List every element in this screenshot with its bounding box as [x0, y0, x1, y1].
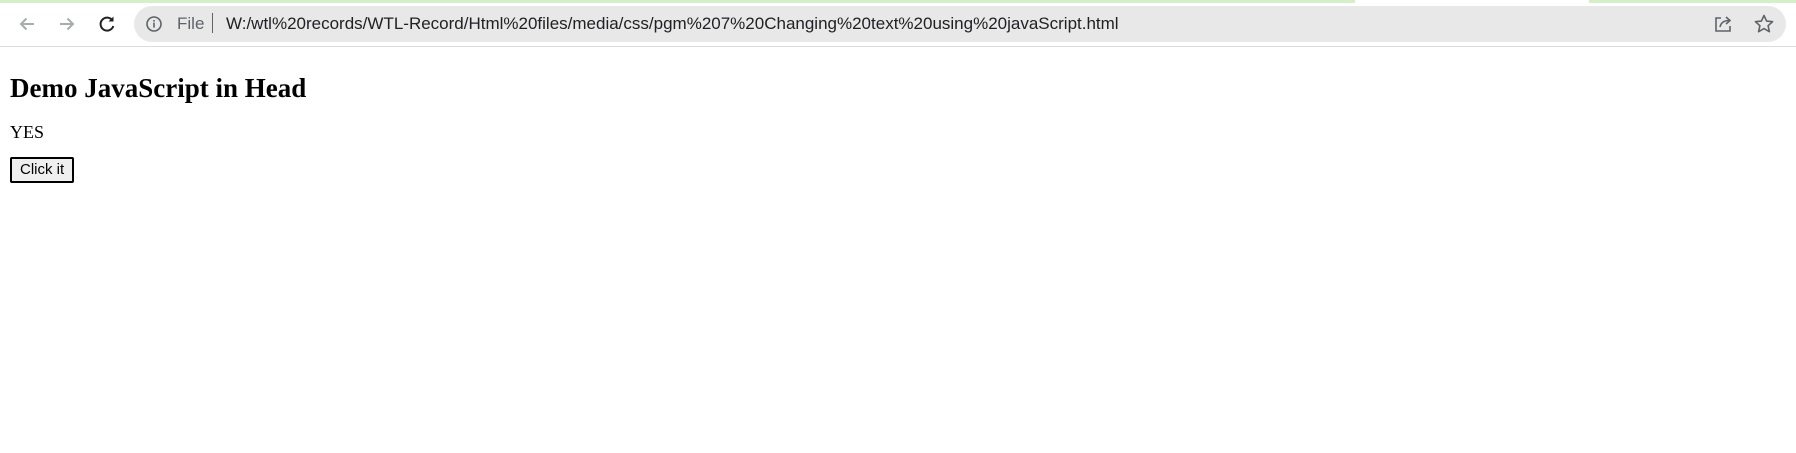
star-icon[interactable] [1753, 13, 1775, 35]
load-progress-bar [1589, 0, 1796, 3]
arrow-right-icon [60, 17, 75, 31]
url-text[interactable]: W:/wtl%20records/WTL-Record/Html%20files… [226, 15, 1119, 33]
click-it-button[interactable]: Click it [10, 157, 75, 183]
back-button[interactable] [11, 8, 43, 40]
url-scheme-label: File [177, 14, 205, 33]
reload-icon [99, 16, 115, 32]
url-divider [212, 13, 213, 33]
info-icon[interactable] [145, 15, 163, 33]
page-heading: Demo JavaScript in Head [10, 73, 307, 103]
reload-button[interactable] [91, 8, 123, 40]
page-content: Demo JavaScript in Head YES Click it [10, 47, 306, 183]
browser-toolbar: File W:/wtl%20records/WTL-Record/Html%20… [0, 0, 1796, 47]
arrow-left-icon [19, 17, 34, 31]
load-progress-bar [0, 0, 1355, 3]
address-bar[interactable]: File W:/wtl%20records/WTL-Record/Html%20… [134, 6, 1786, 42]
share-icon[interactable] [1712, 13, 1734, 35]
forward-button[interactable] [51, 8, 83, 40]
result-text: YES [10, 122, 45, 142]
